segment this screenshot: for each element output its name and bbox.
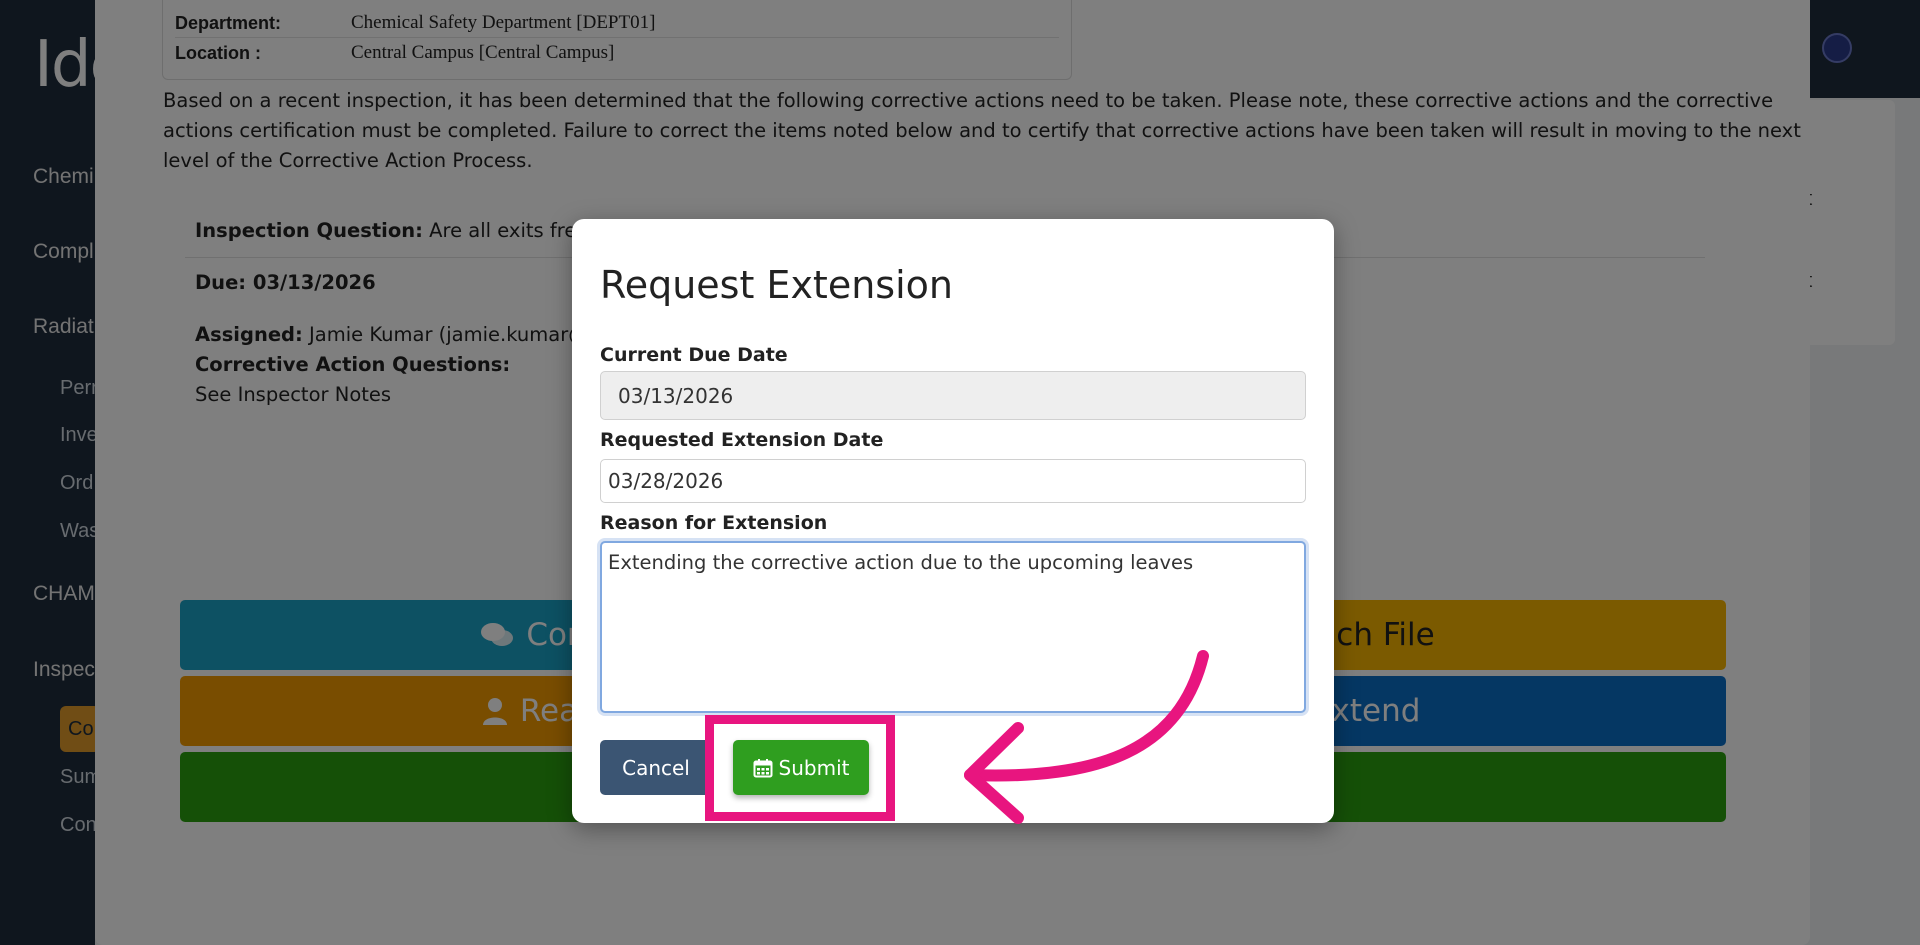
requested-extension-date-input[interactable]: 03/28/2026: [600, 459, 1306, 503]
calendar-icon: [753, 758, 773, 777]
requested-date-label: Requested Extension Date: [600, 429, 884, 451]
reason-label: Reason for Extension: [600, 512, 828, 534]
dialog-title: Request Extension: [600, 263, 953, 307]
current-due-label: Current Due Date: [600, 344, 788, 366]
submit-button-label: Submit: [778, 755, 850, 780]
cancel-button[interactable]: Cancel: [600, 740, 712, 795]
pointer-arrow-icon: [964, 650, 1209, 824]
submit-button[interactable]: Submit: [733, 740, 869, 795]
current-due-field: 03/13/2026: [600, 371, 1306, 420]
